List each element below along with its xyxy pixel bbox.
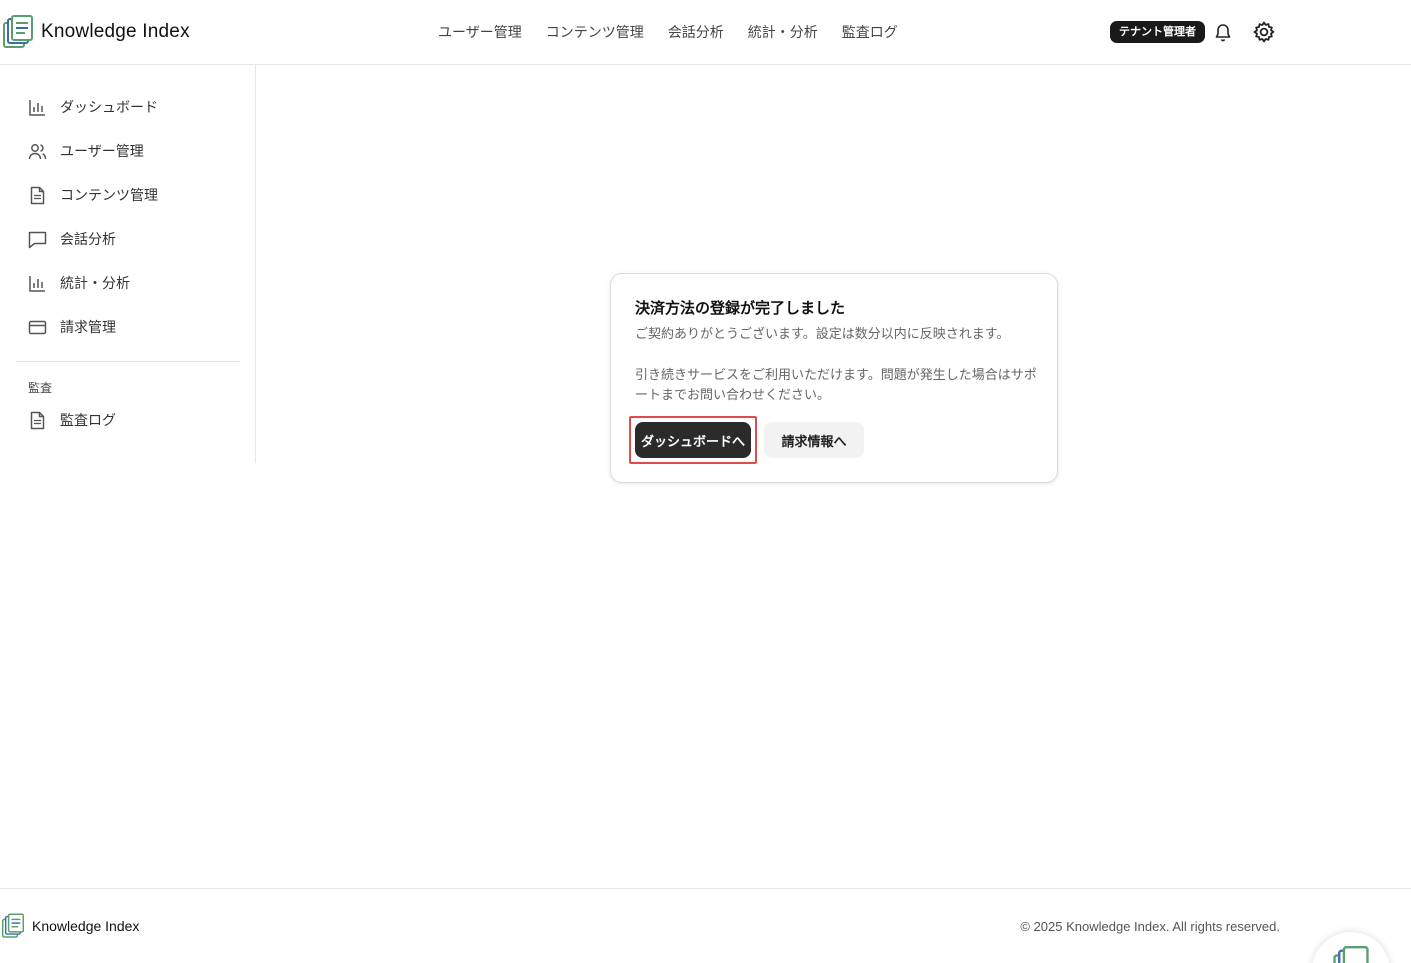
bell-icon[interactable]	[1214, 22, 1232, 42]
sidebar-item-audit-log[interactable]: 監査ログ	[28, 410, 116, 430]
document-icon	[30, 186, 45, 204]
sidebar-item-label: ユーザー管理	[60, 144, 144, 160]
sidebar-item-label: 監査ログ	[60, 413, 116, 429]
topnav-conversation-analysis[interactable]: 会話分析	[668, 22, 724, 42]
card-body-text: 引き続きサービスをご利用いただけます。問題が発生した場合はサポートまでお問い合わ…	[635, 368, 1037, 403]
credit-card-icon	[28, 320, 47, 334]
go-to-dashboard-button[interactable]: ダッシュボードへ	[635, 422, 751, 458]
card-title: 決済方法の登録が完了しました	[635, 299, 846, 317]
bar-chart-icon	[29, 275, 45, 292]
payment-success-card: 決済方法の登録が完了しました ご契約ありがとうございます。設定は数分以内に反映さ…	[610, 273, 1058, 483]
chat-icon	[28, 231, 47, 248]
brand-name: Knowledge Index	[41, 21, 190, 42]
document-icon	[30, 411, 45, 429]
sidebar-item-billing[interactable]: 請求管理	[28, 317, 116, 337]
footer-brand-name: Knowledge Index	[32, 918, 140, 934]
card-subtitle: ご契約ありがとうございます。設定は数分以内に反映されます。	[635, 327, 1010, 342]
topnav-audit-log[interactable]: 監査ログ	[842, 22, 898, 42]
sidebar-item-label: ダッシュボード	[60, 100, 158, 116]
knowledge-index-logo-icon	[1333, 946, 1369, 963]
sidebar-item-statistics[interactable]: 統計・分析	[28, 273, 130, 293]
go-to-billing-button[interactable]: 請求情報へ	[764, 422, 864, 458]
topnav-content-management[interactable]: コンテンツ管理	[546, 22, 644, 42]
footer: Knowledge Index © 2025 Knowledge Index. …	[0, 888, 1411, 963]
users-icon	[28, 143, 47, 159]
top-header: Knowledge Index ユーザー管理 コンテンツ管理 会話分析 統計・分…	[0, 0, 1411, 65]
knowledge-index-logo-icon	[2, 913, 24, 938]
sidebar-item-conversations[interactable]: 会話分析	[28, 229, 116, 249]
sidebar-item-content[interactable]: コンテンツ管理	[28, 185, 158, 205]
knowledge-index-logo-icon	[3, 15, 33, 48]
sidebar-item-label: 請求管理	[60, 320, 116, 336]
copyright-text: © 2025 Knowledge Index. All rights reser…	[1020, 919, 1280, 934]
brand[interactable]: Knowledge Index	[3, 15, 190, 49]
top-navigation: ユーザー管理 コンテンツ管理 会話分析 統計・分析 監査ログ	[438, 22, 898, 42]
topnav-user-management[interactable]: ユーザー管理	[438, 22, 522, 42]
sidebar-item-label: コンテンツ管理	[60, 188, 158, 204]
sidebar-item-dashboard[interactable]: ダッシュボード	[28, 97, 158, 117]
footer-brand[interactable]: Knowledge Index	[2, 913, 139, 939]
gear-icon[interactable]	[1252, 20, 1276, 44]
bar-chart-icon	[29, 99, 45, 116]
sidebar-divider	[16, 361, 240, 362]
sidebar-section-audit: 監査	[28, 381, 53, 395]
role-badge: テナント管理者	[1110, 21, 1205, 43]
sidebar-item-label: 統計・分析	[60, 276, 130, 292]
sidebar-item-label: 会話分析	[60, 232, 116, 248]
sidebar-item-users[interactable]: ユーザー管理	[28, 141, 144, 161]
sidebar: ダッシュボード ユーザー管理 コンテンツ管理 会話分析 統計・分析 請求管理 監…	[0, 65, 256, 463]
topnav-statistics[interactable]: 統計・分析	[748, 22, 818, 42]
